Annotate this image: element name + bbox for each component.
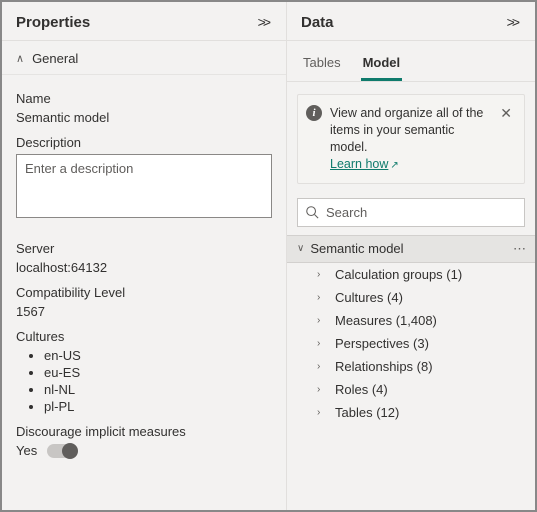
tree-item-label: Relationships (8) [335,359,433,374]
discourage-value: Yes [16,443,37,458]
tab-tables[interactable]: Tables [301,49,343,81]
tree-item-label: Cultures (4) [335,290,403,305]
tree-root[interactable]: ∨ Semantic model ⋯ [287,235,535,263]
tree-item-label: Calculation groups (1) [335,267,462,282]
info-message: View and organize all of the items in yo… [330,106,483,154]
info-banner: i View and organize all of the items in … [297,94,525,184]
toggle-knob [62,443,78,459]
list-item: en-US [44,348,272,363]
list-item: eu-ES [44,365,272,380]
more-options-icon[interactable]: ⋯ [513,241,527,257]
chevron-right-icon: › [317,407,329,418]
name-label: Name [16,91,272,106]
discourage-toggle[interactable] [47,444,77,458]
tab-model[interactable]: Model [361,49,403,81]
learn-how-link[interactable]: Learn how [330,157,388,171]
data-collapse-button[interactable]: >> [503,12,521,32]
chevron-down-icon: ∨ [297,243,304,254]
tree-item[interactable]: › Roles (4) [287,378,535,401]
external-link-icon: ↗ [390,160,398,171]
tree-item-label: Measures (1,408) [335,313,437,328]
search-icon [305,205,319,219]
cultures-label: Cultures [16,329,272,344]
discourage-label: Discourage implicit measures [16,424,272,439]
tree-item[interactable]: › Cultures (4) [287,286,535,309]
general-label: General [32,51,78,66]
model-tree: ∨ Semantic model ⋯ › Calculation groups (… [287,235,535,434]
chevron-up-icon: ∧ [16,52,24,65]
properties-panel: Properties >> ∧ General Name Semantic mo… [2,2,287,510]
cultures-list: en-US eu-ES nl-NL pl-PL [16,348,272,414]
tree-item-label: Perspectives (3) [335,336,429,351]
properties-title: Properties [16,14,90,31]
tree-root-label: Semantic model [310,241,403,256]
close-icon[interactable]: ✕ [496,105,516,122]
data-title: Data [301,14,334,31]
description-input[interactable] [16,154,272,218]
list-item: nl-NL [44,382,272,397]
search-input[interactable] [297,198,525,227]
tree-item-label: Roles (4) [335,382,388,397]
name-value: Semantic model [16,110,272,125]
properties-form: Name Semantic model Description Server l… [2,75,286,472]
server-value: localhost:64132 [16,260,272,275]
general-section-toggle[interactable]: ∧ General [2,41,286,75]
info-icon: i [306,105,322,121]
tree-item[interactable]: › Tables (12) [287,401,535,424]
tree-item[interactable]: › Measures (1,408) [287,309,535,332]
chevron-right-icon: › [317,361,329,372]
tree-item[interactable]: › Calculation groups (1) [287,263,535,286]
description-label: Description [16,135,272,150]
tree-item[interactable]: › Relationships (8) [287,355,535,378]
server-label: Server [16,241,272,256]
data-tabs: Tables Model [287,41,535,82]
data-header: Data >> [287,2,535,41]
properties-header: Properties >> [2,2,286,41]
search-wrap [297,198,525,227]
properties-collapse-button[interactable]: >> [254,12,272,32]
chevron-right-icon: › [317,384,329,395]
info-text: View and organize all of the items in yo… [330,105,488,173]
list-item: pl-PL [44,399,272,414]
data-panel: Data >> Tables Model i View and organize… [287,2,535,510]
chevron-right-icon: › [317,315,329,326]
chevron-right-icon: › [317,338,329,349]
tree-item-label: Tables (12) [335,405,399,420]
chevron-right-icon: › [317,269,329,280]
tree-item[interactable]: › Perspectives (3) [287,332,535,355]
compat-label: Compatibility Level [16,285,272,300]
compat-value: 1567 [16,304,272,319]
chevron-right-icon: › [317,292,329,303]
